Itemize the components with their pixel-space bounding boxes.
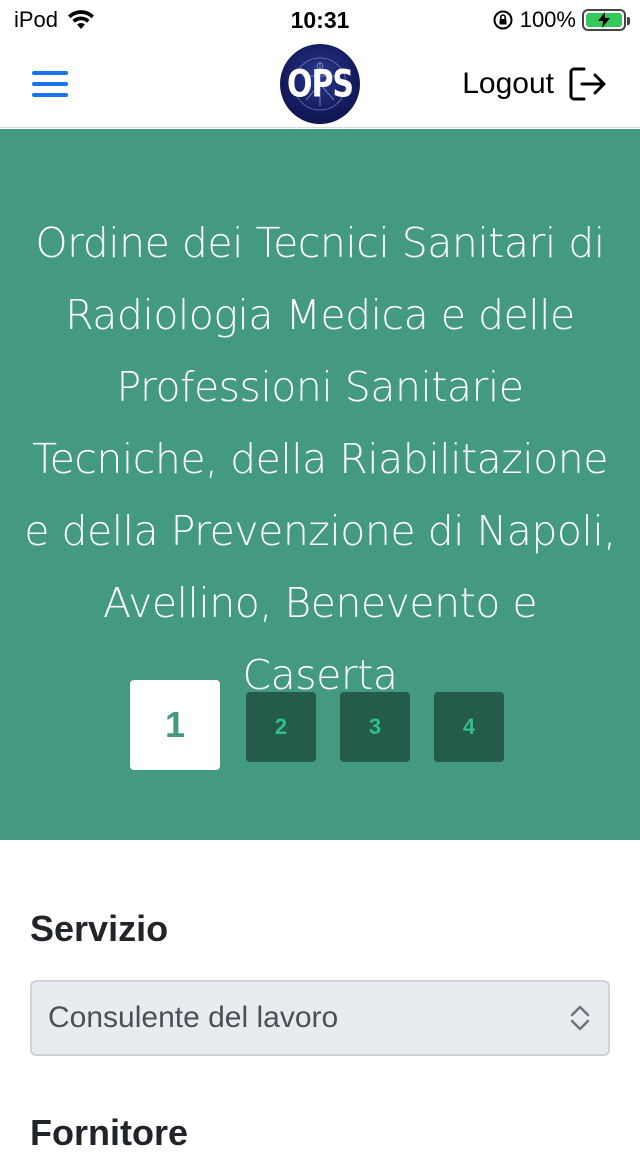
hero-banner: Ordine dei Tecnici Sanitari di Radiologi… bbox=[0, 129, 640, 840]
fornitore-label: Fornitore bbox=[30, 1112, 188, 1153]
logout-button[interactable]: Logout bbox=[462, 66, 608, 102]
logo-text: OPS bbox=[286, 62, 354, 106]
navbar: OPS Logout bbox=[0, 40, 640, 128]
battery-icon bbox=[581, 9, 630, 31]
servizio-label: Servizio bbox=[30, 908, 169, 949]
status-bar: iPod 10:31 100% bbox=[0, 0, 640, 40]
status-time: 10:31 bbox=[290, 6, 350, 33]
select-chevron-icon bbox=[570, 1005, 590, 1031]
logout-icon bbox=[569, 67, 606, 100]
servizio-selected-value: Consulente del lavoro bbox=[48, 1001, 339, 1034]
step-3-button[interactable]: 3 bbox=[340, 692, 410, 762]
step-pager: 1 2 3 4 bbox=[0, 680, 640, 770]
hamburger-line bbox=[32, 81, 68, 86]
servizio-select[interactable]: Consulente del lavoro bbox=[30, 980, 610, 1056]
orientation-lock-icon bbox=[493, 10, 513, 30]
organization-title: Ordine dei Tecnici Sanitari di Radiologi… bbox=[24, 219, 616, 699]
battery-percent: 100% bbox=[519, 7, 576, 32]
wifi-icon bbox=[68, 10, 95, 29]
ops-logo[interactable]: OPS bbox=[280, 44, 360, 124]
logout-label: Logout bbox=[462, 66, 554, 100]
step-1-button[interactable]: 1 bbox=[130, 680, 220, 770]
hamburger-line bbox=[32, 92, 68, 97]
status-left: iPod bbox=[14, 7, 214, 33]
step-2-button[interactable]: 2 bbox=[246, 692, 316, 762]
menu-toggle-button[interactable] bbox=[32, 70, 68, 97]
step-4-button[interactable]: 4 bbox=[434, 692, 504, 762]
carrier-label: iPod bbox=[14, 7, 59, 32]
status-right: 100% bbox=[426, 7, 630, 33]
charging-bolt-icon bbox=[597, 12, 610, 28]
hamburger-line bbox=[32, 70, 68, 75]
